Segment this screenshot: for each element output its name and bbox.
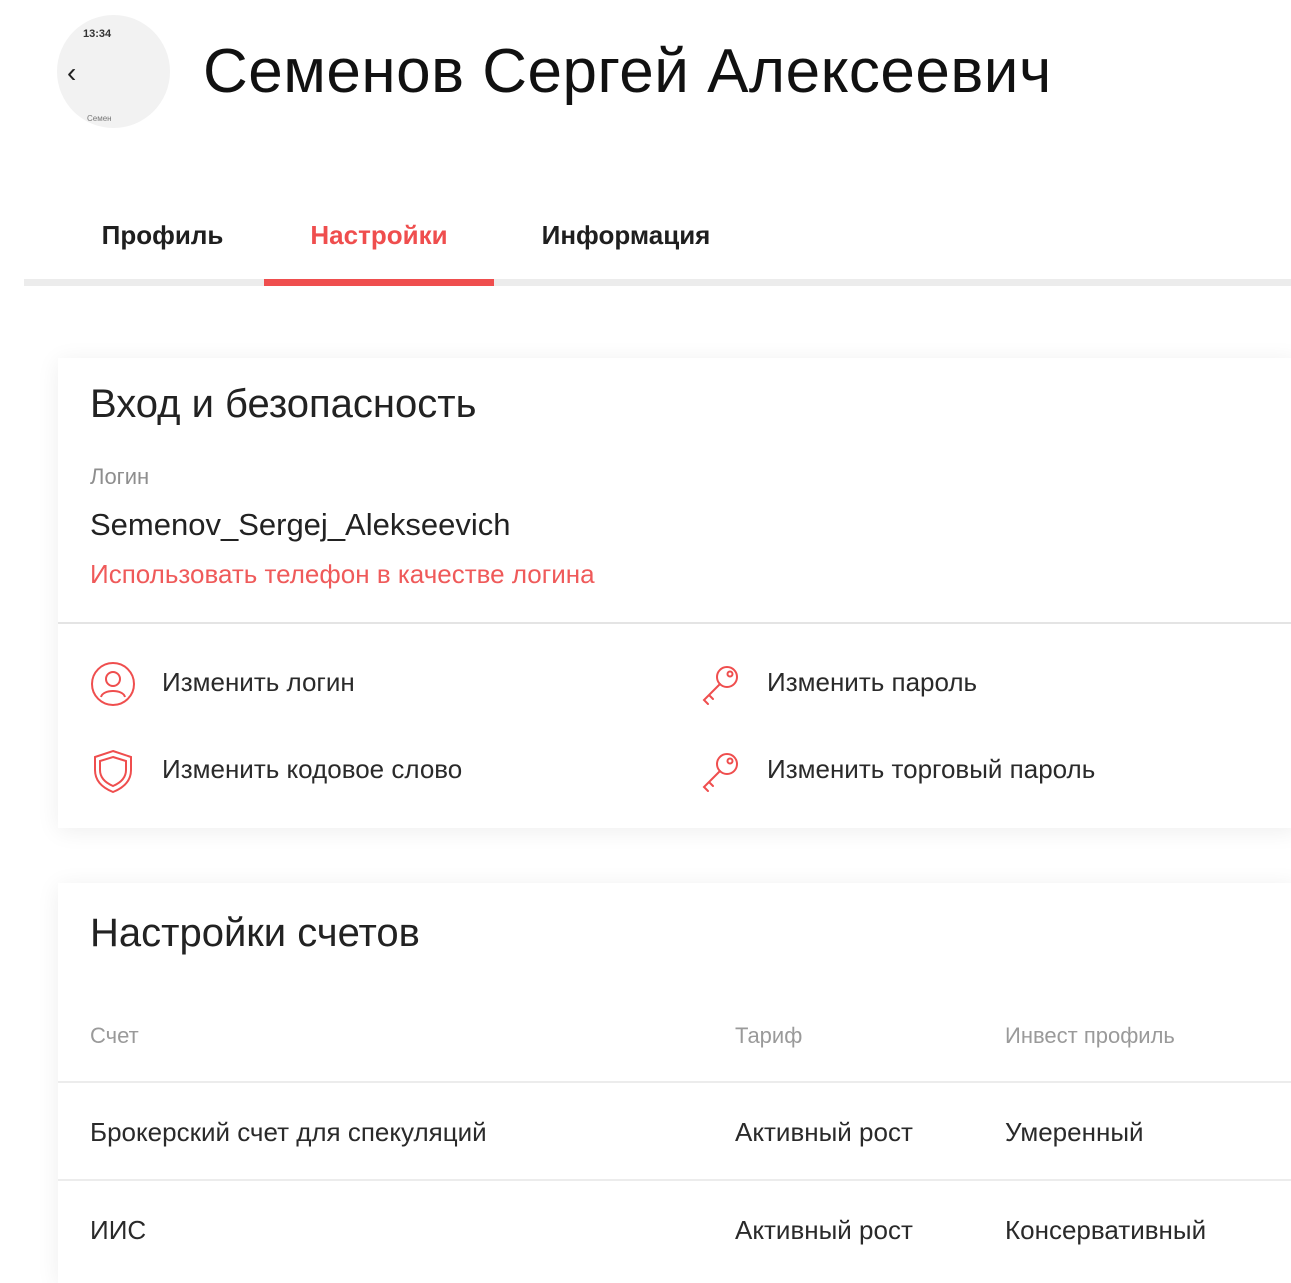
thumb-name: Семен [87,114,112,123]
table-row[interactable]: ИИС Активный рост Консервативный [58,1181,1291,1277]
cell-tariff: Активный рост [735,1117,913,1147]
tab-settings[interactable]: Настройки [282,195,476,281]
change-code-word-button[interactable]: Изменить кодовое слово [90,745,570,795]
change-trading-password-label: Изменить торговый пароль [767,754,1096,784]
tab-information[interactable]: Информация [521,195,731,281]
cell-tariff: Активный рост [735,1215,913,1245]
accounts-title: Настройки счетов [90,911,420,955]
change-trading-password-button[interactable]: Изменить торговый пароль [698,745,1218,795]
user-icon [91,662,135,706]
thumb-time: 13:34 [83,28,112,40]
change-password-button[interactable]: Изменить пароль [698,658,1178,708]
shield-icon [94,749,132,794]
use-phone-as-login-link[interactable]: Использовать телефон в качестве логина [90,559,595,590]
page-header: 13:34 ‹ Семен Семенов Сергей Алексеевич [0,0,1291,140]
change-password-label: Изменить пароль [767,667,978,697]
page-title: Семенов Сергей Алексеевич [203,37,1052,106]
key-icon [702,753,738,792]
change-login-label: Изменить логин [162,667,355,697]
change-login-button[interactable]: Изменить логин [90,658,570,708]
login-label: Логин [90,464,150,489]
tab-bar: Профиль Настройки Информация [24,195,1291,286]
security-divider [58,622,1291,624]
cell-invest-profile: Консервативный [1005,1215,1207,1245]
chevron-left-icon: ‹ [67,57,77,88]
security-title: Вход и безопасность [90,382,477,426]
table-row[interactable]: Брокерский счет для спекуляций Активный … [58,1083,1291,1179]
key-icon [702,666,738,705]
cell-invest-profile: Умеренный [1005,1117,1144,1147]
accounts-card: Настройки счетов Счет Тариф Инвест профи… [58,883,1291,1283]
login-value: Semenov_Sergej_Alekseevich [90,507,511,542]
change-code-word-label: Изменить кодовое слово [162,754,463,784]
tab-profile[interactable]: Профиль [84,195,241,281]
column-header-tariff: Тариф [735,1023,803,1048]
cell-account: Брокерский счет для спекуляций [90,1117,487,1147]
cell-account: ИИС [90,1215,147,1245]
tab-active-indicator [264,279,494,286]
column-header-invest-profile: Инвест профиль [1005,1023,1175,1048]
back-button[interactable]: 13:34 ‹ Семен [57,15,170,128]
security-card: Вход и безопасность Логин Semenov_Sergej… [58,358,1291,828]
column-header-account: Счет [90,1023,139,1048]
